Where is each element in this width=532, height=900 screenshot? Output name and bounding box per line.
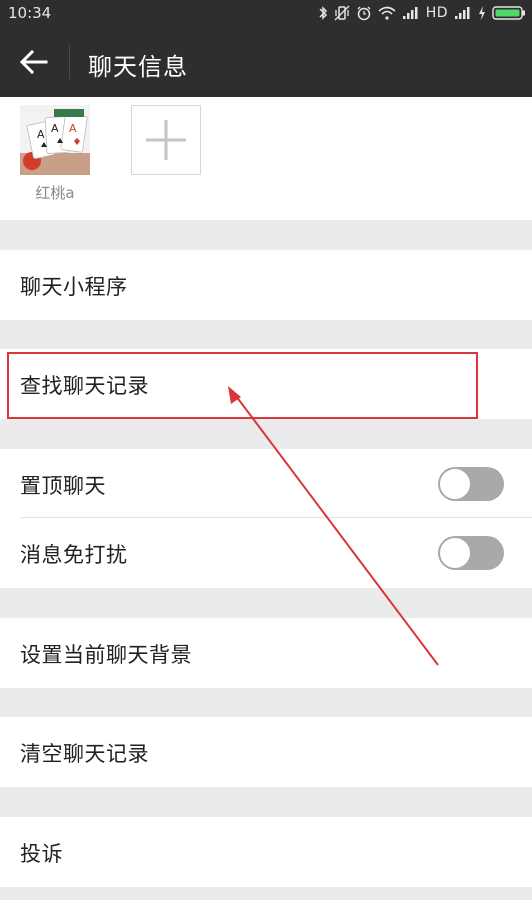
mini-programs-label: 聊天小程序 xyxy=(20,275,128,299)
arrow-left-icon xyxy=(20,50,48,74)
toggle-knob xyxy=(440,469,470,499)
clear-history-label: 清空聊天记录 xyxy=(20,742,149,766)
charging-icon xyxy=(479,6,485,20)
page-title: 聊天信息 xyxy=(88,53,188,81)
sticky-on-top-toggle[interactable] xyxy=(438,467,504,501)
add-member-button[interactable] xyxy=(131,105,201,175)
mini-programs-row[interactable]: 聊天小程序 xyxy=(0,250,532,320)
alarm-icon xyxy=(357,6,371,21)
search-history-label: 查找聊天记录 xyxy=(20,374,149,398)
status-bar: 10:34 HD xyxy=(0,0,532,27)
set-background-row[interactable]: 设置当前聊天背景 xyxy=(0,618,532,688)
signal-icon xyxy=(402,7,418,19)
status-icons: HD xyxy=(318,3,526,23)
svg-text:A: A xyxy=(37,128,45,141)
mute-notifications-label: 消息免打扰 xyxy=(20,543,128,567)
member-item[interactable]: A A A 红桃a xyxy=(20,105,90,203)
title-bar: 聊天信息 xyxy=(0,27,532,97)
signal-icon xyxy=(455,7,470,19)
toggle-knob xyxy=(440,538,470,568)
wifi-icon xyxy=(378,6,396,20)
mute-notifications-toggle[interactable] xyxy=(438,536,504,570)
mute-notifications-row[interactable]: 消息免打扰 xyxy=(0,518,532,588)
set-background-label: 设置当前聊天背景 xyxy=(20,643,192,667)
member-name: 红桃a xyxy=(35,184,75,202)
vibrate-icon xyxy=(334,5,350,21)
clear-history-row[interactable]: 清空聊天记录 xyxy=(0,717,532,787)
svg-text:A: A xyxy=(69,122,77,135)
sticky-on-top-label: 置顶聊天 xyxy=(20,474,106,498)
search-history-row[interactable]: 查找聊天记录 xyxy=(0,349,532,419)
plus-icon xyxy=(146,120,186,160)
clock: 10:34 xyxy=(8,4,52,22)
report-label: 投诉 xyxy=(20,842,63,866)
back-button[interactable] xyxy=(0,27,70,97)
member-section: A A A 红桃a xyxy=(0,97,532,220)
sticky-on-top-row[interactable]: 置顶聊天 xyxy=(0,449,532,519)
network-type: HD xyxy=(425,5,448,21)
battery-icon xyxy=(492,6,525,20)
svg-text:A: A xyxy=(51,122,59,135)
bluetooth-icon xyxy=(319,6,327,20)
report-row[interactable]: 投诉 xyxy=(0,817,532,887)
playing-cards-avatar: A A A xyxy=(20,105,90,175)
title-divider xyxy=(69,45,70,79)
